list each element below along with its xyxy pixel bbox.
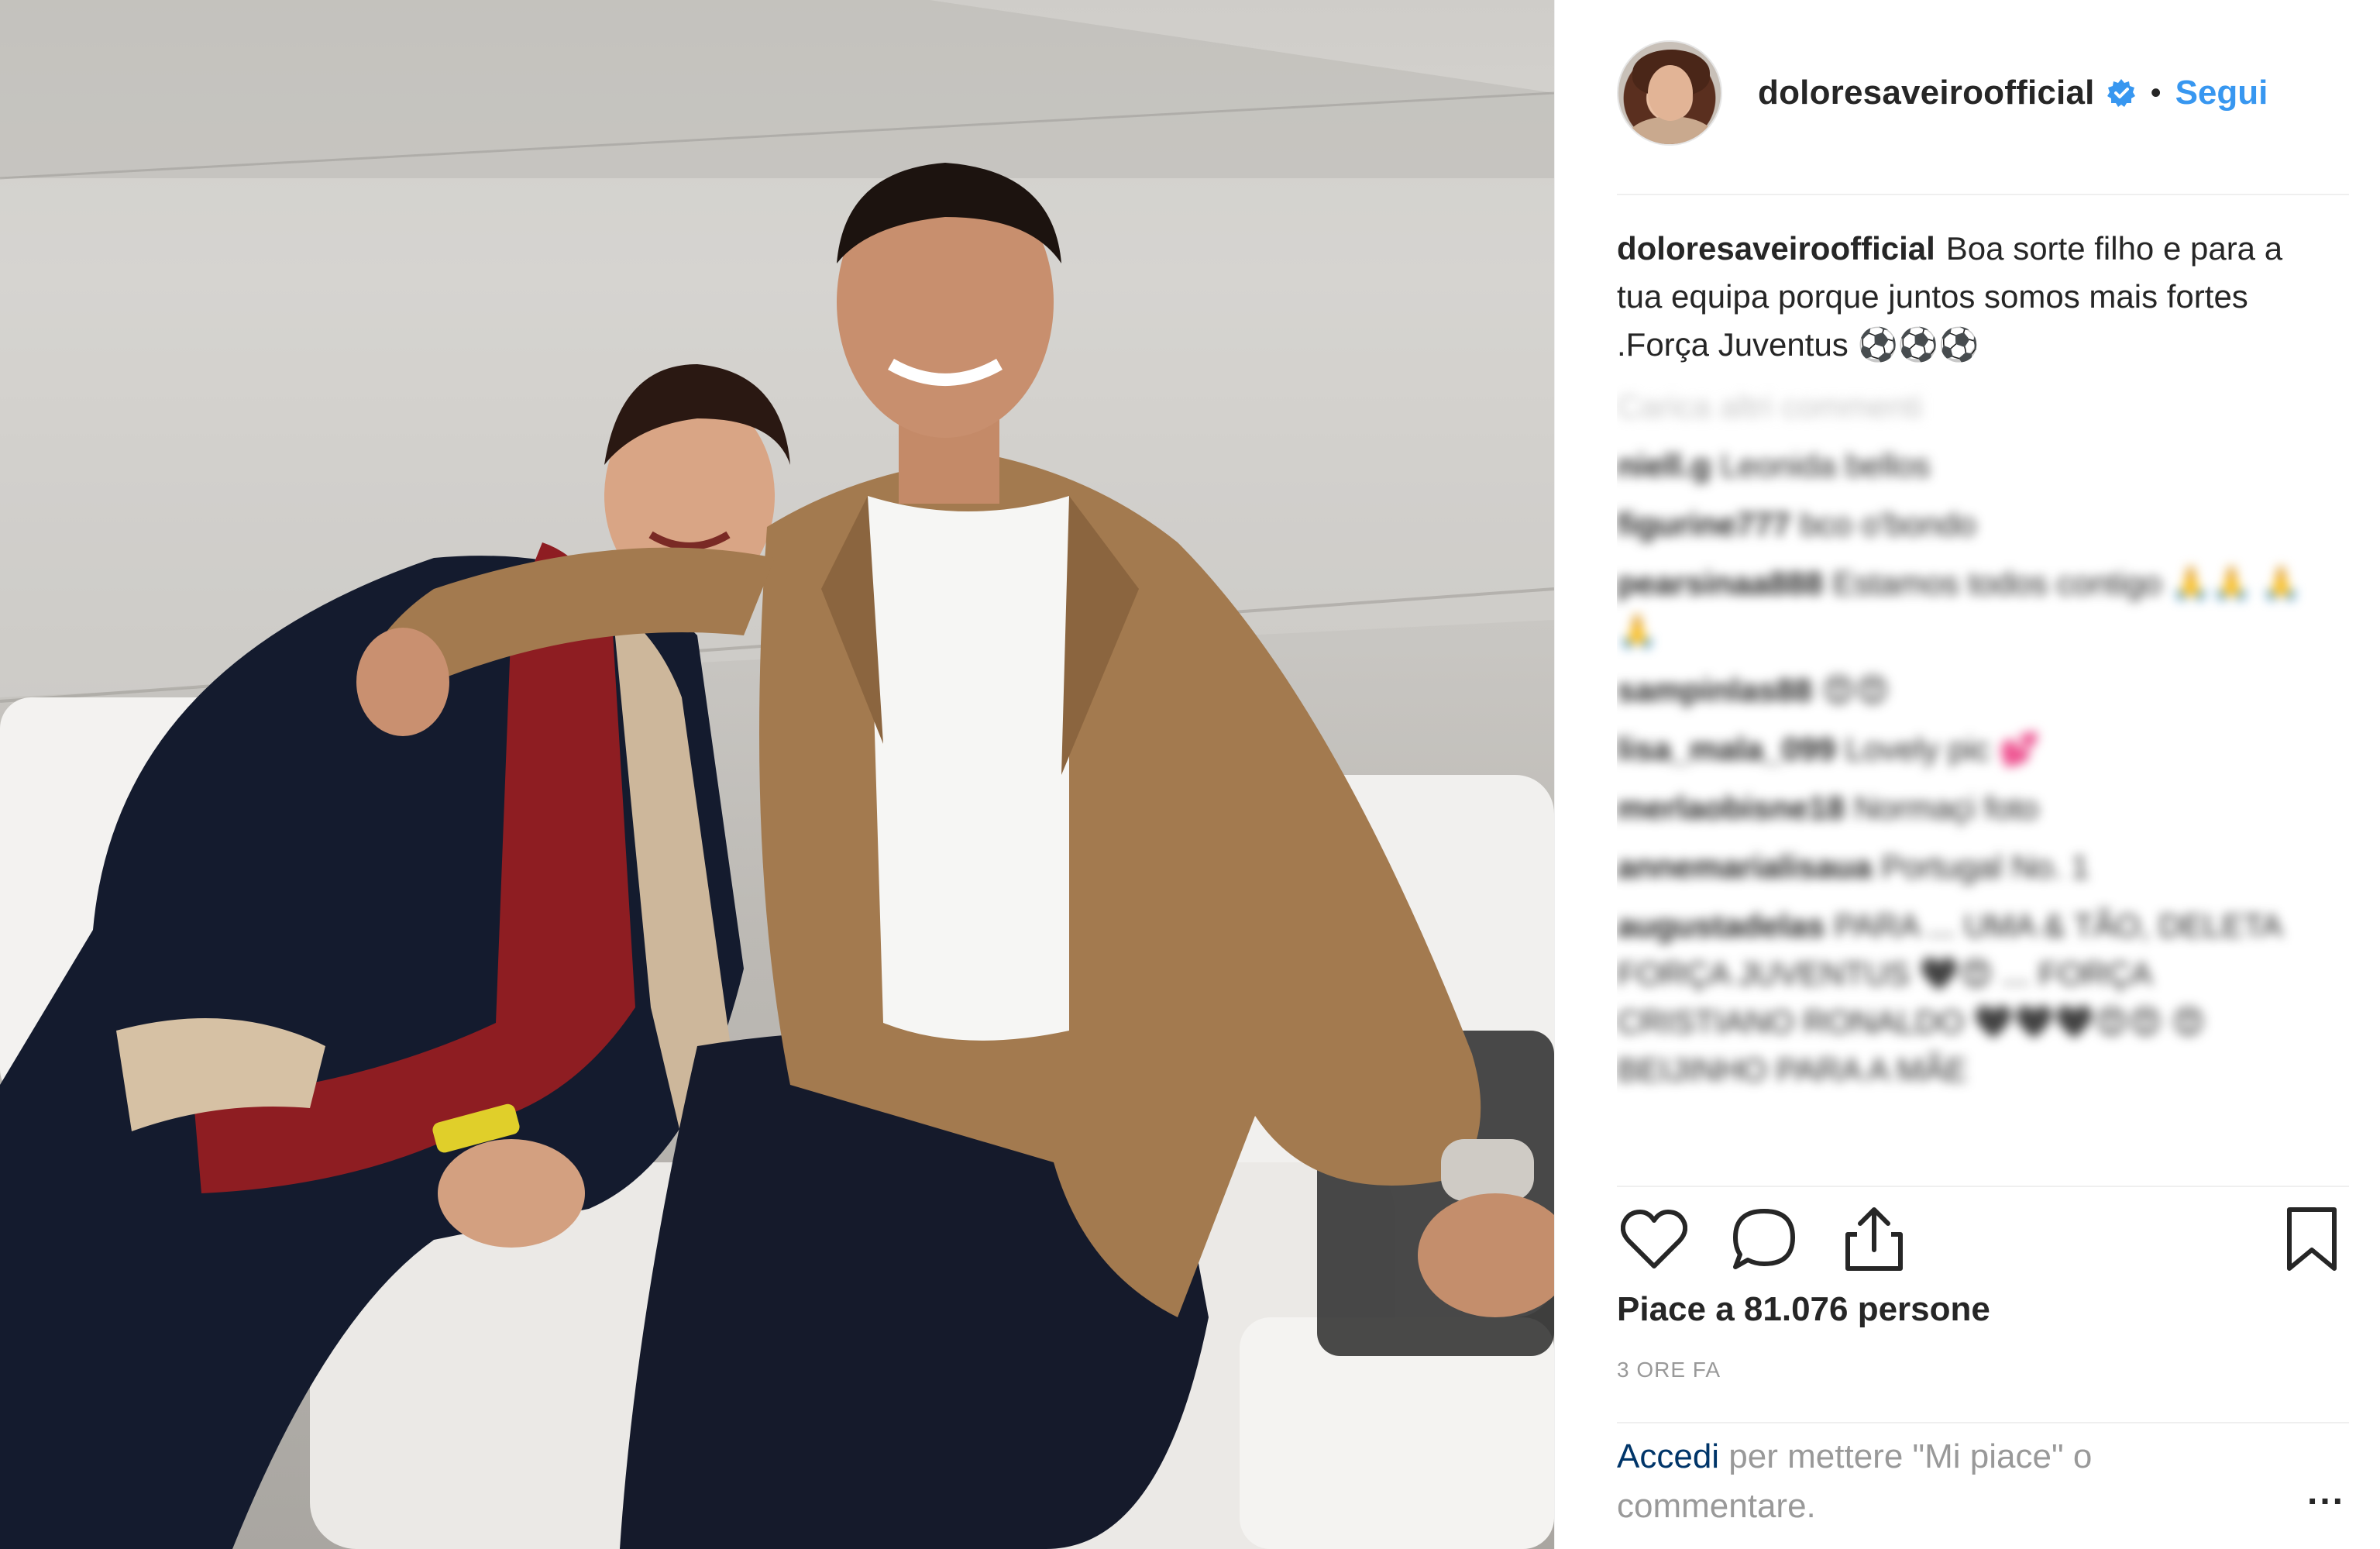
action-bar [1617, 1197, 2349, 1282]
comment-text: Portugal No. 1 [1881, 849, 2089, 885]
comment-button[interactable] [1727, 1203, 1801, 1277]
post-caption: doloresaveiroofficial Boa sorte filho e p… [1617, 225, 2326, 369]
instagram-post: doloresaveiroofficial • Segui doloresave… [0, 0, 2380, 1549]
comment-item: augustadelas PARA ... UMA & TÃO, DELETA F… [1617, 902, 2326, 1094]
bookmark-icon [2287, 1207, 2337, 1271]
comment-text: Normaçi foto [1854, 790, 2039, 826]
photo-illustration [0, 0, 1554, 1549]
comment-username[interactable]: merlaobisne18 [1617, 790, 1845, 826]
post-header: doloresaveiroofficial • Segui [1617, 39, 2349, 147]
load-more-comments-button[interactable]: Carica altri commenti [1617, 383, 2326, 431]
header-username[interactable]: doloresaveiroofficial [1758, 74, 2095, 112]
comments-divider [1617, 1186, 2349, 1187]
comment-username[interactable]: sampinlas88 [1617, 672, 1812, 708]
comment-text: Lovely pic 💕 [1845, 731, 2040, 767]
comment-item: sampinlas88 😍😍 [1617, 666, 2326, 714]
login-link[interactable]: Accedi [1617, 1437, 1719, 1475]
save-button[interactable] [2275, 1203, 2349, 1277]
comment-item: niell.g Leonida bellos [1617, 442, 2326, 490]
comment-text: Leonida bellos [1720, 447, 1931, 484]
post-side-panel: doloresaveiroofficial • Segui doloresave… [1554, 0, 2380, 1549]
comment-icon [1733, 1209, 1795, 1269]
likes-count[interactable]: Piace a 81.076 persone [1617, 1290, 1990, 1329]
avatar[interactable] [1617, 40, 1722, 146]
more-options-button[interactable]: ... [2307, 1471, 2345, 1513]
comment-username[interactable]: lisa_mala_099 [1617, 731, 1836, 767]
comment-username[interactable]: augustadelas [1617, 907, 1825, 944]
header-divider [1617, 194, 2349, 195]
heart-icon [1621, 1210, 1687, 1268]
comment-text: bco o'bondo [1800, 506, 1976, 542]
comment-username[interactable]: niell.g [1617, 447, 1711, 484]
like-button[interactable] [1617, 1203, 1691, 1277]
comment-text: 😍😍 [1821, 672, 1890, 708]
comment-item: figurine777 bco o'bondo [1617, 501, 2326, 549]
comment-item: pearsinaa888 Estamos todos contigo 🙏🙏 🙏🙏 [1617, 559, 2326, 656]
footer-divider [1617, 1422, 2349, 1423]
share-button[interactable] [1837, 1203, 1911, 1277]
post-photo[interactable] [0, 0, 1554, 1549]
follow-button[interactable]: Segui [2175, 74, 2268, 112]
share-icon [1845, 1207, 1903, 1271]
comment-username[interactable]: annemarialisaua [1617, 849, 1872, 885]
post-timestamp[interactable]: 3 ORE FA [1617, 1358, 1721, 1382]
caption-username[interactable]: doloresaveiroofficial [1617, 230, 1935, 267]
login-prompt: Accedi per mettere "Mi piace" o commenta… [1617, 1432, 2237, 1531]
comment-item: merlaobisne18 Normaçi foto [1617, 784, 2326, 832]
verified-badge-icon [2106, 77, 2137, 108]
comment-item: lisa_mala_099 Lovely pic 💕 [1617, 725, 2326, 773]
comments-section: doloresaveiroofficial Boa sorte filho e p… [1617, 225, 2326, 1178]
comment-username[interactable]: pearsinaa888 [1617, 565, 1823, 601]
comment-username[interactable]: figurine777 [1617, 506, 1790, 542]
comment-item: annemarialisaua Portugal No. 1 [1617, 843, 2326, 891]
separator-dot: • [2150, 75, 2162, 110]
